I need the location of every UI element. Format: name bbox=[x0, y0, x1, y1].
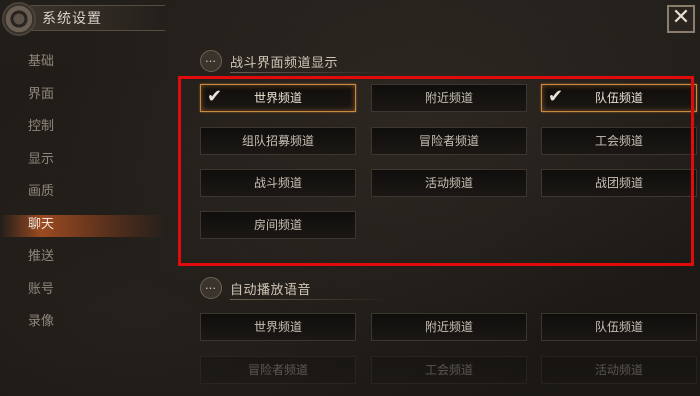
sidebar-item-account[interactable]: 账号 bbox=[0, 274, 170, 307]
voice-channel-adventurer[interactable]: 冒险者频道 bbox=[200, 356, 356, 384]
voice-channel-event[interactable]: 活动频道 bbox=[541, 356, 697, 384]
option-label: 冒险者频道 bbox=[247, 363, 308, 377]
voice-channel-guild[interactable]: 工会频道 bbox=[371, 356, 527, 384]
sidebar-item-quality[interactable]: 画质 bbox=[0, 176, 170, 209]
sidebar-item-push[interactable]: 推送 bbox=[0, 241, 170, 274]
highlight-box bbox=[178, 76, 694, 266]
sidebar-item-label: 录像 bbox=[28, 314, 55, 329]
chat-bubble-icon bbox=[200, 277, 222, 299]
option-label: 队伍频道 bbox=[594, 320, 643, 334]
option-label: 附近频道 bbox=[424, 320, 473, 334]
voice-channel-world[interactable]: 世界频道 bbox=[200, 313, 356, 341]
section-divider bbox=[230, 72, 390, 73]
sidebar: 基础 界面 控制 显示 画质 聊天 推送 账号 录像 bbox=[0, 46, 170, 339]
sidebar-item-control[interactable]: 控制 bbox=[0, 111, 170, 144]
sidebar-item-label: 聊天 bbox=[28, 216, 55, 232]
close-icon: ✕ bbox=[671, 5, 691, 30]
sidebar-item-label: 控制 bbox=[28, 119, 55, 134]
sidebar-item-replay[interactable]: 录像 bbox=[0, 306, 170, 339]
sidebar-item-chat[interactable]: 聊天 bbox=[0, 209, 170, 242]
auto-voice-header: 自动播放语音 bbox=[200, 277, 311, 299]
sidebar-item-basic[interactable]: 基础 bbox=[0, 46, 170, 79]
sidebar-item-display[interactable]: 显示 bbox=[0, 144, 170, 177]
sidebar-item-label: 画质 bbox=[28, 184, 55, 199]
sidebar-item-label: 显示 bbox=[28, 151, 55, 167]
sidebar-item-label: 界面 bbox=[28, 86, 55, 102]
option-label: 工会频道 bbox=[424, 363, 473, 377]
close-button[interactable]: ✕ bbox=[667, 5, 695, 33]
voice-channel-nearby[interactable]: 附近频道 bbox=[371, 313, 527, 341]
section-divider bbox=[230, 299, 390, 300]
sidebar-item-label: 基础 bbox=[28, 54, 55, 69]
option-label: 活动频道 bbox=[594, 363, 643, 377]
sidebar-item-label: 推送 bbox=[28, 249, 55, 264]
section-title: 自动播放语音 bbox=[230, 282, 312, 298]
gear-icon bbox=[2, 2, 36, 36]
window-title: 系统设置 bbox=[42, 11, 102, 27]
section-title: 战斗界面频道显示 bbox=[230, 55, 339, 71]
option-label: 世界频道 bbox=[253, 320, 302, 334]
title-bar: 系统设置 bbox=[0, 0, 165, 36]
voice-channel-team[interactable]: 队伍频道 bbox=[541, 313, 697, 341]
battle-channels-header: 战斗界面频道显示 bbox=[200, 50, 338, 72]
sidebar-item-label: 账号 bbox=[28, 281, 55, 297]
chat-bubble-icon bbox=[200, 50, 222, 72]
sidebar-item-interface[interactable]: 界面 bbox=[0, 79, 170, 112]
